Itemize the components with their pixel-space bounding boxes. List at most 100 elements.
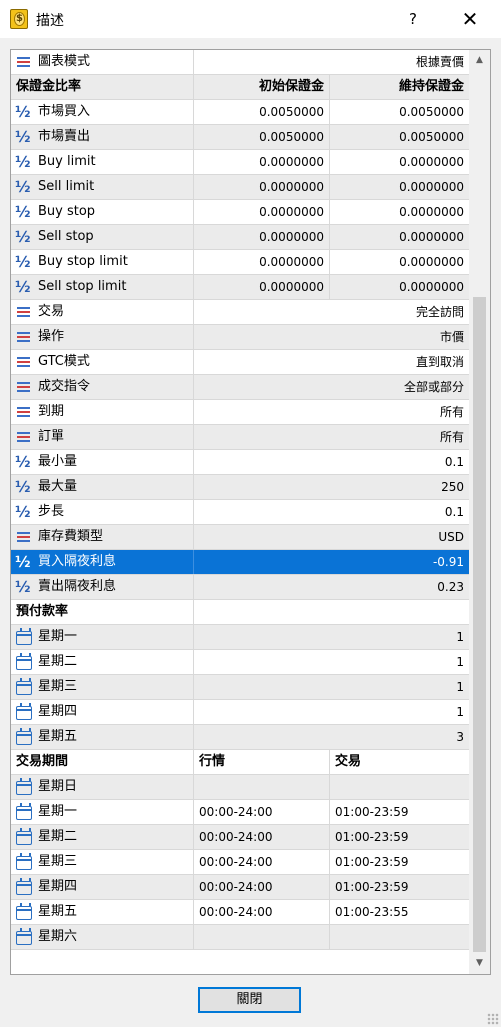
table-row[interactable]: 星期日	[11, 775, 469, 800]
table-row[interactable]: 星期一 1	[11, 625, 469, 650]
cell-value: 0.0000000	[194, 150, 330, 174]
money-icon: $	[10, 9, 28, 29]
properties-grid: 圖表模式 根據賣價 保證金比率 初始保證金 維持保證金 ½ 市場買入 0.0050000 0.0…	[11, 50, 469, 950]
table-header-row[interactable]: 保證金比率 初始保證金 維持保證金	[11, 75, 469, 100]
cell-value: 00:00-24:00	[194, 825, 330, 849]
table-header-row[interactable]: 交易期間 行情 交易	[11, 750, 469, 775]
table-row[interactable]: 庫存費類型 USD	[11, 525, 469, 550]
cell-value	[330, 925, 469, 949]
cell-value: 0.0000000	[399, 205, 464, 219]
row-value: 3	[456, 730, 464, 744]
row-value: -0.91	[432, 555, 464, 569]
row-value: 0.23	[437, 580, 464, 594]
row-label: 星期六	[11, 925, 194, 949]
cell-value: 0.0000000	[194, 225, 330, 249]
help-button[interactable]: ?	[400, 5, 426, 33]
row-label: 賣出隔夜利息	[11, 575, 194, 599]
row-label: Sell stop	[11, 225, 194, 249]
row-value: 根據賣價	[415, 55, 464, 69]
row-value: 0.1	[444, 455, 464, 469]
table-row[interactable]: 星期二 00:00-24:00 01:00-23:59	[11, 825, 469, 850]
table-row[interactable]: 星期三 00:00-24:00 01:00-23:59	[11, 850, 469, 875]
table-row[interactable]: 星期一 00:00-24:00 01:00-23:59	[11, 800, 469, 825]
scroll-up-arrow-icon[interactable]: ▲	[469, 52, 490, 69]
row-label: 星期一	[11, 625, 194, 649]
table-row[interactable]: ½ 步長 0.1	[11, 500, 469, 525]
row-label: 最小量	[11, 450, 194, 474]
cell-value: 0.0000000	[194, 250, 330, 274]
row-label: 交易	[11, 300, 194, 324]
table-row[interactable]: ½ 市場賣出 0.0050000 0.0050000	[11, 125, 469, 150]
row-label: 星期四	[11, 700, 194, 724]
cell-value: 0.0050000	[399, 105, 464, 119]
row-label: 星期三	[11, 675, 194, 699]
table-row[interactable]: ½ 最小量 0.1	[11, 450, 469, 475]
table-row[interactable]: ½ Sell limit 0.0000000 0.0000000	[11, 175, 469, 200]
row-label: GTC模式	[11, 350, 194, 374]
cell-value: 0.0000000	[399, 180, 464, 194]
cell-value: 0.0050000	[194, 100, 330, 124]
cell-value: 0.0050000	[399, 130, 464, 144]
cell-value: 0.0000000	[399, 280, 464, 294]
table-row[interactable]: ½ 賣出隔夜利息 0.23	[11, 575, 469, 600]
row-label: Sell stop limit	[11, 275, 194, 299]
row-label: Buy stop	[11, 200, 194, 224]
cell-value: 0.0000000	[194, 200, 330, 224]
row-value: 250	[441, 480, 464, 494]
table-row[interactable]: 星期五 00:00-24:00 01:00-23:55	[11, 900, 469, 925]
table-row[interactable]: 星期二 1	[11, 650, 469, 675]
row-label: 星期五	[11, 900, 194, 924]
cell-value: 00:00-24:00	[194, 875, 330, 899]
row-label: 市場賣出	[11, 125, 194, 149]
table-row[interactable]: ½ 市場買入 0.0050000 0.0050000	[11, 100, 469, 125]
table-row[interactable]: ½ Buy stop 0.0000000 0.0000000	[11, 200, 469, 225]
table-row[interactable]: 訂單 所有	[11, 425, 469, 450]
row-value: 直到取消	[415, 355, 464, 369]
scrollbar-thumb[interactable]	[473, 297, 486, 952]
table-row[interactable]: ½ 買入隔夜利息 -0.91	[11, 550, 469, 575]
cell-value: 00:00-24:00	[194, 900, 330, 924]
table-row[interactable]: 操作 市價	[11, 325, 469, 350]
cell-value	[194, 775, 330, 799]
row-label: Sell limit	[11, 175, 194, 199]
table-row[interactable]: 成交指令 全部或部分	[11, 375, 469, 400]
row-label: 星期二	[11, 825, 194, 849]
table-row[interactable]: 圖表模式 根據賣價	[11, 50, 469, 75]
close-button[interactable]: 關閉	[198, 987, 301, 1013]
table-row[interactable]: 交易 完全訪問	[11, 300, 469, 325]
table-row[interactable]: 星期四 00:00-24:00 01:00-23:59	[11, 875, 469, 900]
table-row[interactable]: 星期三 1	[11, 675, 469, 700]
cell-value: 01:00-23:59	[335, 805, 409, 819]
window-title: 描述	[36, 13, 64, 29]
table-row[interactable]: 星期六	[11, 925, 469, 950]
table-row[interactable]: GTC模式 直到取消	[11, 350, 469, 375]
resize-grip-icon[interactable]	[487, 1013, 499, 1025]
cell-value	[194, 925, 330, 949]
table-row[interactable]: 星期五 3	[11, 725, 469, 750]
row-label: 訂單	[11, 425, 194, 449]
row-value: 所有	[439, 430, 464, 444]
close-window-button[interactable]: ✕	[456, 5, 484, 33]
row-label: Buy limit	[11, 150, 194, 174]
row-value: 0.1	[444, 505, 464, 519]
table-row[interactable]: ½ Buy limit 0.0000000 0.0000000	[11, 150, 469, 175]
section-header-row[interactable]: 預付款率	[11, 600, 469, 625]
table-row[interactable]: 星期四 1	[11, 700, 469, 725]
table-row[interactable]: ½ Buy stop limit 0.0000000 0.0000000	[11, 250, 469, 275]
cell-value: 0.0000000	[194, 275, 330, 299]
row-label: 星期日	[11, 775, 194, 799]
vertical-scrollbar[interactable]: ▲ ▼	[469, 50, 490, 974]
row-value: USD	[438, 530, 464, 544]
table-row[interactable]: ½ 最大量 250	[11, 475, 469, 500]
row-label: 交易期間	[11, 750, 194, 774]
row-value: 1	[456, 680, 464, 694]
row-value	[194, 600, 469, 624]
row-label: 到期	[11, 400, 194, 424]
cell-value	[330, 775, 469, 799]
table-row[interactable]: ½ Sell stop limit 0.0000000 0.0000000	[11, 275, 469, 300]
table-row[interactable]: ½ Sell stop 0.0000000 0.0000000	[11, 225, 469, 250]
table-row[interactable]: 到期 所有	[11, 400, 469, 425]
cell-value: 00:00-24:00	[194, 850, 330, 874]
scroll-down-arrow-icon[interactable]: ▼	[469, 955, 490, 972]
row-label: 圖表模式	[11, 50, 194, 74]
